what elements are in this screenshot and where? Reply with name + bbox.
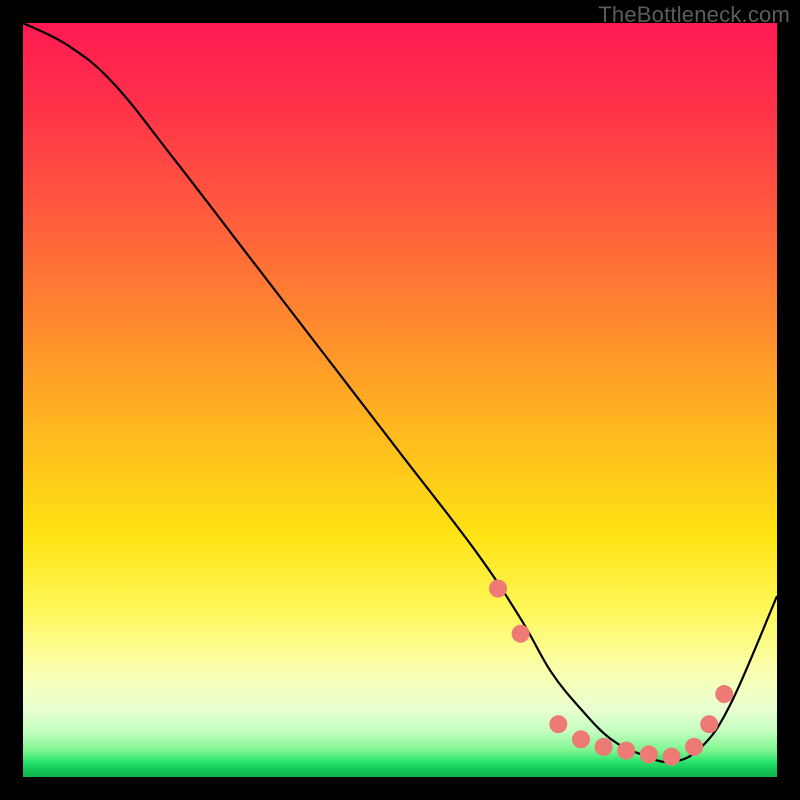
marker-dot [662, 748, 680, 766]
plot-area [23, 23, 777, 777]
marker-dot [595, 738, 613, 756]
marker-dots [489, 580, 733, 766]
watermark-text: TheBottleneck.com [598, 2, 790, 28]
chart-frame: TheBottleneck.com [0, 0, 800, 800]
marker-dot [617, 742, 635, 760]
marker-dot [685, 738, 703, 756]
marker-dot [489, 580, 507, 598]
marker-dot [640, 745, 658, 763]
marker-dot [572, 730, 590, 748]
marker-dot [512, 625, 530, 643]
chart-svg [23, 23, 777, 777]
marker-dot [700, 715, 718, 733]
marker-dot [549, 715, 567, 733]
bottleneck-curve [23, 23, 777, 762]
marker-dot [715, 685, 733, 703]
